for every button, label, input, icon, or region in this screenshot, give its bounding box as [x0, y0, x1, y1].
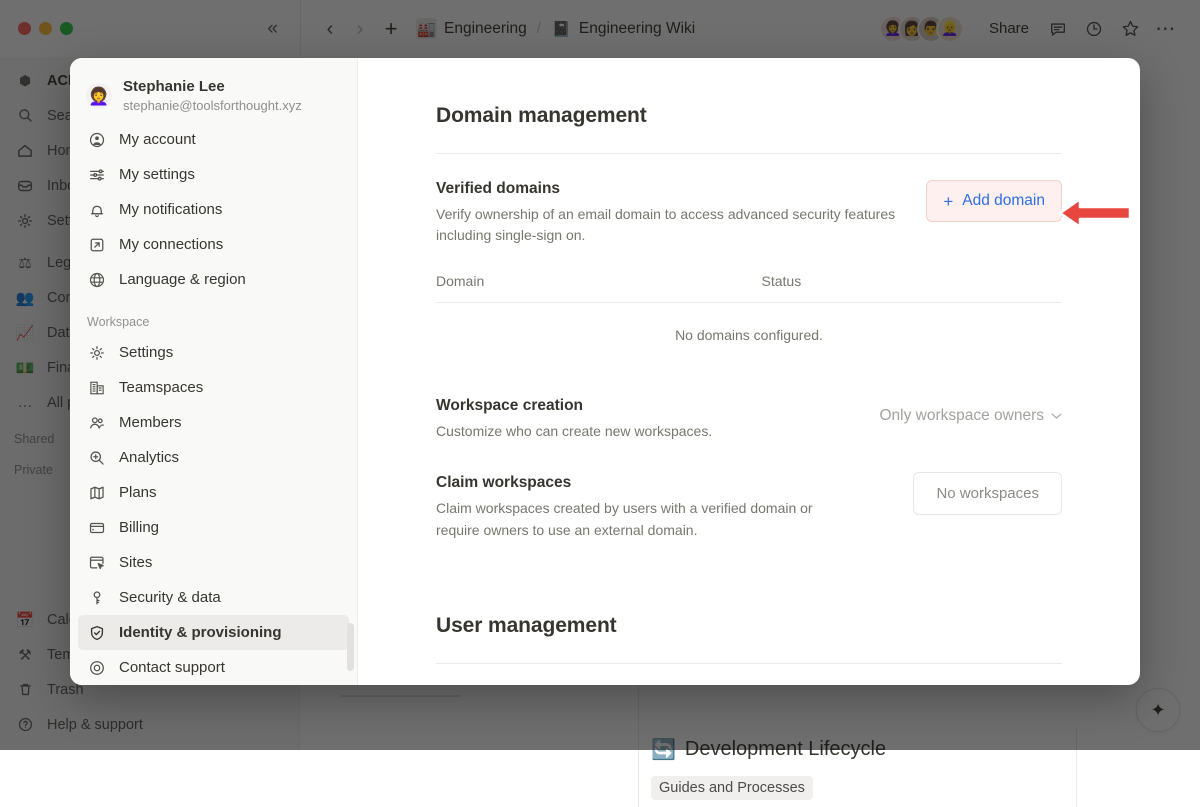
domains-table-head: Domain Status: [436, 273, 1062, 303]
sidebar-item-label: My connections: [119, 236, 223, 253]
sidebar-item-plans[interactable]: Plans: [78, 475, 349, 510]
workspace-creation-text: Workspace creation Customize who can cre…: [436, 395, 879, 442]
claim-workspaces-description: Claim workspaces created by users with a…: [436, 498, 836, 541]
workspace-creation-section: Workspace creation Customize who can cre…: [436, 343, 1062, 442]
sidebar-item-label: My notifications: [119, 201, 222, 218]
gear-icon: [87, 343, 107, 363]
external-link-icon: [87, 235, 107, 255]
sidebar-item-security-data[interactable]: Security & data: [78, 580, 349, 615]
sidebar-item-label: Analytics: [119, 449, 179, 466]
sidebar-item-my-settings[interactable]: My settings: [78, 157, 349, 192]
settings-content: Domain management Verified domains Verif…: [358, 58, 1140, 685]
domains-table-body: No domains configured.: [436, 303, 1062, 344]
lifebuoy-icon: [87, 658, 107, 678]
domains-empty-message: No domains configured.: [436, 303, 1062, 344]
verified-domains-title: Verified domains: [436, 178, 902, 200]
workspace-creation-description: Customize who can create new workspaces.: [436, 421, 855, 443]
sidebar-item-label: Sites: [119, 554, 152, 571]
sidebar-item-label: Security & data: [119, 589, 221, 606]
globe-icon: [87, 270, 107, 290]
sidebar-item-label: Identity & provisioning: [119, 624, 282, 641]
magnifier-plus-icon: [87, 448, 107, 468]
claim-workspaces-row: Claim workspaces Claim workspaces create…: [436, 472, 1062, 541]
claim-workspaces-text: Claim workspaces Claim workspaces create…: [436, 472, 913, 541]
sidebar-item-contact-support[interactable]: Contact support: [78, 650, 349, 685]
page-card-tag: Guides and Processes: [651, 776, 813, 800]
credit-card-icon: [87, 518, 107, 538]
plus-icon: +: [943, 193, 953, 210]
avatar: 👩‍🦱: [86, 83, 112, 109]
domains-table: Domain Status No domains configured.: [436, 273, 1062, 343]
sidebar-item-teamspaces[interactable]: Teamspaces: [78, 370, 349, 405]
settings-sidebar: 👩‍🦱 Stephanie Lee stephanie@toolsforthou…: [70, 58, 358, 685]
verified-domains-text: Verified domains Verify ownership of an …: [436, 178, 926, 247]
claim-workspaces-title: Claim workspaces: [436, 472, 889, 494]
column-header-status: Status: [762, 273, 1062, 303]
bell-icon: [87, 200, 107, 220]
sidebar-item-label: Teamspaces: [119, 379, 203, 396]
user-management-title: User management: [436, 614, 1062, 638]
verified-domains-header-row: Verified domains Verify ownership of an …: [436, 178, 1062, 247]
table-header-row: Domain Status: [436, 273, 1062, 303]
column-header-domain: Domain: [436, 273, 762, 303]
arrow-left-icon: [1058, 196, 1134, 230]
sidebar-item-members[interactable]: Members: [78, 405, 349, 440]
settings-modal: 👩‍🦱 Stephanie Lee stephanie@toolsforthou…: [70, 58, 1140, 685]
add-domain-button[interactable]: + Add domain: [926, 180, 1062, 222]
shield-check-icon: [87, 623, 107, 643]
sidebar-item-label: Plans: [119, 484, 157, 501]
sidebar-item-label: Billing: [119, 519, 159, 536]
sliders-icon: [87, 165, 107, 185]
sidebar-item-label: My settings: [119, 166, 195, 183]
sidebar-section-workspace: Workspace: [70, 297, 357, 335]
section-divider: [436, 663, 1062, 664]
sidebar-item-my-account[interactable]: My account: [78, 122, 349, 157]
key-icon: [87, 588, 107, 608]
people-icon: [87, 413, 107, 433]
building-icon: [87, 378, 107, 398]
sidebar-scrollbar-thumb[interactable]: [347, 623, 354, 671]
account-email: stephanie@toolsforthought.xyz: [123, 97, 302, 115]
sidebar-item-billing[interactable]: Billing: [78, 510, 349, 545]
sidebar-item-sites[interactable]: Sites: [78, 545, 349, 580]
browser-cursor-icon: [87, 553, 107, 573]
add-domain-label: Add domain: [962, 192, 1045, 210]
table-empty-row: No domains configured.: [436, 303, 1062, 344]
chevron-down-icon: [1051, 409, 1062, 423]
account-text-group: Stephanie Lee stephanie@toolsforthought.…: [123, 78, 302, 114]
verified-domains-description: Verify ownership of an email domain to a…: [436, 204, 902, 247]
page-title: Domain management: [436, 104, 1062, 128]
sidebar-item-settings[interactable]: Settings: [78, 335, 349, 370]
workspace-creation-row: Workspace creation Customize who can cre…: [436, 395, 1062, 442]
sidebar-item-analytics[interactable]: Analytics: [78, 440, 349, 475]
map-icon: [87, 483, 107, 503]
no-workspaces-button[interactable]: No workspaces: [913, 472, 1062, 515]
workspace-creation-title: Workspace creation: [436, 395, 855, 417]
sidebar-item-label: Contact support: [119, 659, 225, 676]
verified-domains-section: Verified domains Verify ownership of an …: [436, 154, 1062, 343]
callout-arrow-left: [1058, 196, 1134, 230]
sidebar-item-my-connections[interactable]: My connections: [78, 227, 349, 262]
sidebar-item-language-region[interactable]: Language & region: [78, 262, 349, 297]
sidebar-item-identity-provisioning[interactable]: Identity & provisioning: [78, 615, 349, 650]
sidebar-item-label: Members: [119, 414, 182, 431]
workspace-creation-select[interactable]: Only workspace owners: [879, 395, 1062, 425]
account-name: Stephanie Lee: [123, 78, 302, 97]
workspace-creation-selected-value: Only workspace owners: [879, 407, 1044, 425]
claim-workspaces-section: Claim workspaces Claim workspaces create…: [436, 442, 1062, 541]
sidebar-item-label: My account: [119, 131, 196, 148]
sidebar-item-my-notifications[interactable]: My notifications: [78, 192, 349, 227]
user-circle-icon: [87, 130, 107, 150]
sidebar-item-label: Settings: [119, 344, 173, 361]
sidebar-item-label: Language & region: [119, 271, 246, 288]
account-summary[interactable]: 👩‍🦱 Stephanie Lee stephanie@toolsforthou…: [70, 74, 357, 122]
